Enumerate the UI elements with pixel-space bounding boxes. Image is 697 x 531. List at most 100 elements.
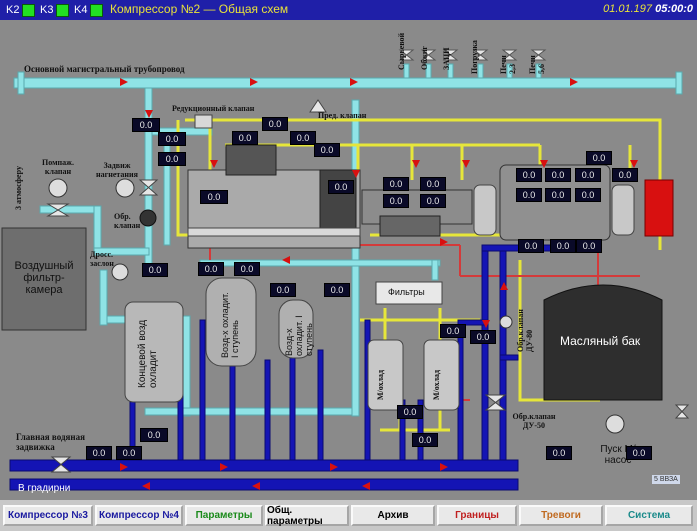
cooler-1-label: Возд-х охладит. I ступень: [220, 292, 240, 358]
tank-valve-icon[interactable]: [674, 404, 690, 419]
safety-valve-label: Пред. клапан: [318, 111, 367, 120]
value-readout: 0.0: [383, 194, 409, 208]
suction-gate-icon[interactable]: [138, 179, 159, 196]
oil-pump-motor-icon[interactable]: [605, 414, 625, 434]
outlet-label-zaci: ЗАЦИ: [442, 47, 451, 70]
archive-button[interactable]: Архив: [351, 505, 435, 526]
value-readout: 0.0: [198, 262, 224, 276]
value-readout: 0.0: [516, 188, 542, 202]
parameters-button[interactable]: Параметры: [185, 505, 263, 526]
value-readout: 0.0: [420, 194, 446, 208]
value-readout: 0.0: [626, 446, 652, 460]
value-readout: 0.0: [516, 168, 542, 182]
outlet-label-loading: Погрузка: [470, 40, 479, 74]
alarm-indicator[interactable]: [644, 179, 674, 237]
value-readout: 0.0: [550, 239, 576, 253]
date-display: 01.01.197: [603, 3, 653, 15]
value-readout: 0.0: [412, 433, 438, 447]
check-valve-du50-label: Обр.клапан ДУ-50: [512, 412, 556, 430]
oil-cooler-1-label: М/охлад: [376, 369, 385, 400]
filter-label: Фильтры: [388, 287, 425, 297]
oil-pump-unit: [379, 215, 441, 237]
surge-valve-label: Помпаж. клапан: [42, 158, 74, 176]
oil-tank-label: Масляный бак: [560, 334, 641, 348]
value-readout: 0.0: [270, 283, 296, 297]
surge-valve-motor-icon[interactable]: [48, 178, 68, 198]
indicator-k3[interactable]: K3: [40, 3, 70, 17]
system-button[interactable]: Система: [605, 505, 693, 526]
indicator-k4[interactable]: K4: [74, 3, 104, 17]
compressor-base: [187, 227, 361, 237]
value-readout: 0.0: [200, 190, 228, 204]
value-readout: 0.0: [383, 177, 409, 191]
value-readout: 0.0: [86, 446, 112, 460]
compressor-4-button[interactable]: Компрессор №4: [95, 505, 183, 526]
datetime: 01.01.197 05:00:0: [603, 3, 693, 15]
indicator-k3-label: K3: [40, 4, 54, 16]
main-pipe-label: Основной магистральный трубопровод: [24, 64, 185, 74]
value-readout: 0.0: [140, 428, 168, 442]
check-valve-du80-icon[interactable]: [499, 315, 513, 329]
atmosphere-label: 3 атмосферу: [14, 166, 23, 210]
check-valve-label: Обр. клапан: [114, 212, 141, 230]
value-readout: 0.0: [158, 152, 186, 166]
alarms-button[interactable]: Тревоги: [519, 505, 603, 526]
value-readout: 0.0: [440, 324, 466, 338]
suction-gate-label: Задвиж нагнетания: [96, 161, 138, 179]
oil-cooler-1: [367, 339, 404, 411]
compressor-top: [225, 144, 277, 176]
compressor-casing: [319, 169, 357, 231]
oil-cooler-2: [423, 339, 460, 411]
title-bar: K2 K3 K4 Компрессор №2 — Общая схем 01.0…: [0, 0, 697, 20]
value-readout: 0.0: [142, 263, 168, 277]
page-title: Компрессор №2 — Общая схем: [110, 2, 289, 16]
main-water-gate-label: Главная водяная задвижка: [16, 432, 85, 452]
main-trunk-pipe: [13, 77, 683, 89]
value-readout: 0.0: [116, 446, 142, 460]
end-cooler-label: Концевой возд охладит: [137, 319, 159, 388]
scheme-canvas: Основной магистральный трубопровод Сырье…: [0, 20, 697, 499]
footer-toolbar: Компрессор №3 Компрессор №4 Параметры Об…: [0, 500, 697, 531]
mini-badge: 5 ВВЗА: [652, 475, 680, 484]
value-readout: 0.0: [545, 188, 571, 202]
limits-button[interactable]: Границы: [437, 505, 517, 526]
value-readout: 0.0: [576, 239, 602, 253]
value-readout: 0.0: [575, 188, 601, 202]
compressor-3-button[interactable]: Компрессор №3: [3, 505, 93, 526]
cooling-tower-label: В градирни: [18, 483, 71, 494]
cooler-2-label: Возд-х охладит. I ступень: [284, 315, 314, 356]
value-readout: 0.0: [324, 283, 350, 297]
value-readout: 0.0: [158, 132, 186, 146]
value-readout: 0.0: [420, 177, 446, 191]
bearing-left: [473, 184, 497, 236]
value-readout: 0.0: [262, 117, 288, 131]
bearing-right: [611, 184, 635, 236]
value-readout: 0.0: [612, 168, 638, 182]
outlet-label-raw: Сырьевой: [397, 32, 406, 70]
pipe-flange: [675, 71, 683, 95]
suction-gate-motor-icon[interactable]: [115, 178, 135, 198]
value-readout: 0.0: [545, 168, 571, 182]
pipe-flange: [17, 71, 25, 95]
value-readout: 0.0: [328, 180, 354, 194]
reduction-valve-label: Редукционный клапан: [172, 104, 255, 113]
outlet-label-kilns-23: Печи 2,3: [499, 55, 517, 74]
value-readout: 0.0: [546, 446, 572, 460]
general-parameters-button[interactable]: Общ. параметры: [265, 505, 349, 527]
indicator-k2-label: K2: [6, 4, 20, 16]
status-light-icon: [56, 3, 70, 17]
value-readout: 0.0: [234, 262, 260, 276]
air-filter-label: Воздушный фильтр-камера: [14, 260, 74, 296]
value-readout: 0.0: [575, 168, 601, 182]
value-readout: 0.0: [470, 330, 496, 344]
oil-cooler-2-label: М/охлад: [432, 369, 441, 400]
value-readout: 0.0: [314, 143, 340, 157]
value-readout: 0.0: [290, 131, 316, 145]
reduction-valve-icon[interactable]: [194, 114, 213, 129]
indicator-k2[interactable]: K2: [6, 3, 36, 17]
outlet-label-kilns-56: Печи 5,6: [528, 55, 546, 74]
check-valve-du80-label: Обр.клапан ДУ-80: [516, 309, 534, 352]
value-readout: 0.0: [232, 131, 258, 145]
value-readout: 0.0: [518, 239, 544, 253]
value-readout: 0.0: [132, 118, 160, 132]
